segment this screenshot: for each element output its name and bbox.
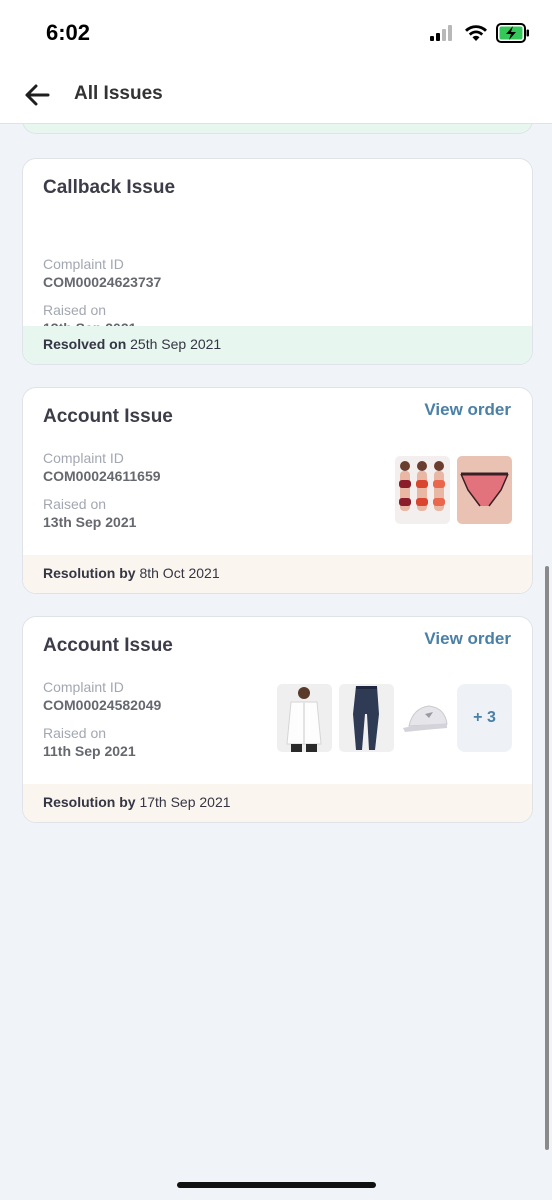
scrollbar[interactable] [545,566,549,1150]
complaint-id-value: COM00024623737 [43,274,162,290]
product-thumbnail [339,684,394,752]
home-indicator[interactable] [177,1182,376,1188]
product-thumbnail [457,456,512,524]
panty-image [457,456,512,524]
status-date: 25th Sep 2021 [130,336,222,352]
status-icons [430,22,530,44]
product-thumbnail [395,456,450,524]
status-label: Resolution by [43,565,140,581]
status-time: 6:02 [46,20,91,45]
product-thumbnail [277,684,332,752]
issue-status-footer: Resolved on 25th Sep 2021 [23,326,532,364]
status-bar: 6:02 [0,0,552,66]
issue-card[interactable]: Account Issue View order Complaint ID CO… [22,616,533,823]
product-thumbnail [399,684,454,752]
white-shirt-image [277,684,332,752]
page-title: All Issues [74,83,163,104]
status-label: Resolved on [43,336,131,352]
status-date: 8th Oct 2021 [139,565,220,581]
wifi-icon [465,25,487,41]
raised-on-label: Raised on [43,496,107,512]
complaint-id-value: COM00024611659 [43,468,161,484]
issue-status-footer: Resolution by 17th Sep 2021 [23,784,532,822]
issue-title: Account Issue [43,635,173,656]
app-header: All Issues [0,66,552,124]
back-arrow-icon[interactable] [22,80,52,110]
issue-card[interactable]: Callback Issue Complaint ID COM000246237… [22,158,533,365]
complaint-id-value: COM00024582049 [43,697,162,713]
raised-on-label: Raised on [43,302,107,318]
battery-charging-icon [496,23,529,43]
previous-issue-card-footer [22,124,533,134]
issue-title: Callback Issue [43,177,176,198]
status-date: 17th Sep 2021 [139,794,231,810]
lingerie-set-image [395,456,450,524]
cellular-signal-icon [430,25,452,41]
complaint-id-label: Complaint ID [43,679,124,695]
raised-on-label: Raised on [43,725,107,741]
status-label: Resolution by [43,794,140,810]
cap-image [399,684,454,752]
complaint-id-label: Complaint ID [43,450,124,466]
issue-title: Account Issue [43,406,173,427]
view-order-link[interactable]: View order [424,629,511,649]
complaint-id-label: Complaint ID [43,256,124,272]
more-products-count[interactable]: + 3 [457,684,512,752]
raised-on-value: 13th Sep 2021 [43,514,137,530]
raised-on-value: 11th Sep 2021 [43,743,136,759]
view-order-link[interactable]: View order [424,400,511,420]
jeans-image [339,684,394,752]
issues-list[interactable]: Callback Issue Complaint ID COM000246237… [0,124,552,1200]
issue-status-footer: Resolution by 8th Oct 2021 [23,555,532,593]
issue-card[interactable]: Account Issue View order Complaint ID CO… [22,387,533,594]
